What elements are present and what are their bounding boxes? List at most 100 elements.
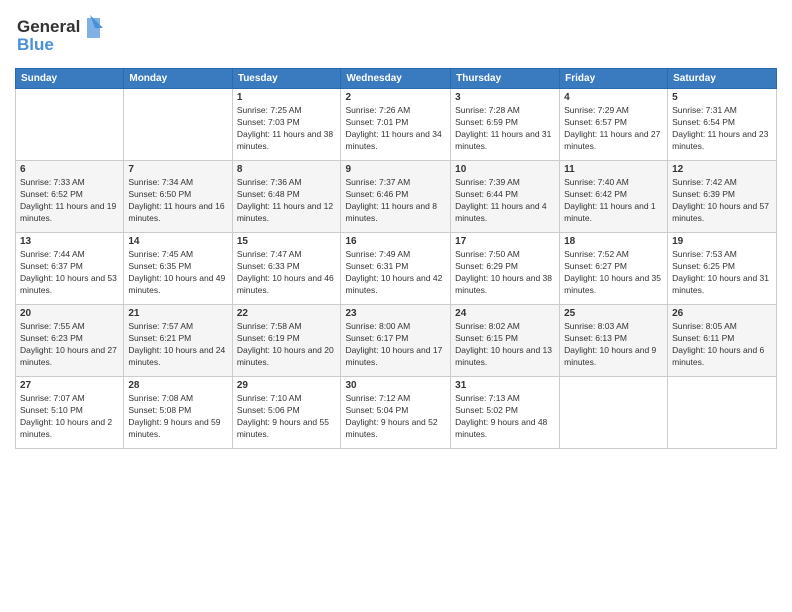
day-number: 3	[455, 92, 555, 103]
logo: General Blue	[15, 10, 110, 60]
week-row-5: 27Sunrise: 7:07 AM Sunset: 5:10 PM Dayli…	[16, 377, 777, 449]
day-number: 21	[128, 308, 227, 319]
day-info: Sunrise: 7:13 AM Sunset: 5:02 PM Dayligh…	[455, 393, 555, 441]
page: General Blue SundayMondayTuesdayWednesda…	[0, 0, 792, 612]
calendar-cell: 23Sunrise: 8:00 AM Sunset: 6:17 PM Dayli…	[341, 305, 451, 377]
day-info: Sunrise: 8:03 AM Sunset: 6:13 PM Dayligh…	[564, 321, 663, 369]
day-number: 10	[455, 164, 555, 175]
day-number: 14	[128, 236, 227, 247]
day-info: Sunrise: 7:25 AM Sunset: 7:03 PM Dayligh…	[237, 105, 337, 153]
calendar-cell: 18 Sunrise: 7:52 AM Sunset: 6:27 PM Dayli…	[560, 233, 668, 305]
calendar-cell: 2 Sunrise: 7:26 AM Sunset: 7:01 PM Daylig…	[341, 89, 451, 161]
day-info: Sunrise: 7:31 AM Sunset: 6:54 PM Dayligh…	[672, 105, 772, 153]
calendar-cell: 26 Sunrise: 8:05 AM Sunset: 6:11 PM Dayli…	[668, 305, 777, 377]
day-number: 15	[237, 236, 337, 247]
calendar-cell: 4 Sunrise: 7:29 AM Sunset: 6:57 PM Daylig…	[560, 89, 668, 161]
day-info: Sunrise: 7:42 AM Sunset: 6:39 PM Dayligh…	[672, 177, 772, 225]
calendar-cell: 30 Sunrise: 7:12 AM Sunset: 5:04 PM Dayli…	[341, 377, 451, 449]
calendar-cell: 7Sunrise: 7:34 AM Sunset: 6:50 PM Daylig…	[124, 161, 232, 233]
day-number: 26	[672, 308, 772, 319]
day-number: 18	[564, 236, 663, 247]
day-number: 7	[128, 164, 227, 175]
day-info: Sunrise: 7:28 AM Sunset: 6:59 PM Dayligh…	[455, 105, 555, 153]
calendar-cell: 12 Sunrise: 7:42 AM Sunset: 6:39 PM Dayli…	[668, 161, 777, 233]
day-info: Sunrise: 8:02 AM Sunset: 6:15 PM Dayligh…	[455, 321, 555, 369]
calendar-cell: 1 Sunrise: 7:25 AM Sunset: 7:03 PM Daylig…	[232, 89, 341, 161]
day-number: 8	[237, 164, 337, 175]
week-row-1: 1 Sunrise: 7:25 AM Sunset: 7:03 PM Daylig…	[16, 89, 777, 161]
day-info: Sunrise: 8:05 AM Sunset: 6:11 PM Dayligh…	[672, 321, 772, 369]
day-info: Sunrise: 7:49 AM Sunset: 6:31 PM Dayligh…	[345, 249, 446, 297]
day-info: Sunrise: 7:10 AM Sunset: 5:06 PM Dayligh…	[237, 393, 337, 441]
calendar-cell: 31 Sunrise: 7:13 AM Sunset: 5:02 PM Dayli…	[451, 377, 560, 449]
calendar-cell: 6 Sunrise: 7:33 AM Sunset: 6:52 PM Daylig…	[16, 161, 124, 233]
svg-text:General: General	[17, 17, 80, 36]
calendar-cell	[560, 377, 668, 449]
day-number: 28	[128, 380, 227, 391]
day-number: 2	[345, 92, 446, 103]
week-row-4: 20 Sunrise: 7:55 AM Sunset: 6:23 PM Dayli…	[16, 305, 777, 377]
day-number: 19	[672, 236, 772, 247]
calendar-cell: 27Sunrise: 7:07 AM Sunset: 5:10 PM Dayli…	[16, 377, 124, 449]
day-number: 31	[455, 380, 555, 391]
day-number: 22	[237, 308, 337, 319]
calendar-cell: 15 Sunrise: 7:47 AM Sunset: 6:33 PM Dayli…	[232, 233, 341, 305]
day-number: 12	[672, 164, 772, 175]
day-number: 24	[455, 308, 555, 319]
calendar-cell: 5 Sunrise: 7:31 AM Sunset: 6:54 PM Daylig…	[668, 89, 777, 161]
day-info: Sunrise: 7:55 AM Sunset: 6:23 PM Dayligh…	[20, 321, 119, 369]
calendar-cell: 11 Sunrise: 7:40 AM Sunset: 6:42 PM Dayli…	[560, 161, 668, 233]
calendar-cell: 29Sunrise: 7:10 AM Sunset: 5:06 PM Dayli…	[232, 377, 341, 449]
day-info: Sunrise: 7:08 AM Sunset: 5:08 PM Dayligh…	[128, 393, 227, 441]
calendar-cell: 3 Sunrise: 7:28 AM Sunset: 6:59 PM Daylig…	[451, 89, 560, 161]
header: General Blue	[15, 10, 777, 60]
svg-text:Blue: Blue	[17, 35, 54, 54]
day-number: 30	[345, 380, 446, 391]
header-row: SundayMondayTuesdayWednesdayThursdayFrid…	[16, 69, 777, 89]
day-number: 11	[564, 164, 663, 175]
day-number: 17	[455, 236, 555, 247]
calendar-cell: 28 Sunrise: 7:08 AM Sunset: 5:08 PM Dayli…	[124, 377, 232, 449]
logo-icon: General Blue	[15, 10, 110, 55]
day-info: Sunrise: 7:44 AM Sunset: 6:37 PM Dayligh…	[20, 249, 119, 297]
day-number: 27	[20, 380, 119, 391]
day-number: 13	[20, 236, 119, 247]
week-row-2: 6 Sunrise: 7:33 AM Sunset: 6:52 PM Daylig…	[16, 161, 777, 233]
calendar-cell: 17 Sunrise: 7:50 AM Sunset: 6:29 PM Dayli…	[451, 233, 560, 305]
day-number: 4	[564, 92, 663, 103]
calendar-cell: 19Sunrise: 7:53 AM Sunset: 6:25 PM Dayli…	[668, 233, 777, 305]
day-number: 5	[672, 92, 772, 103]
day-header-sunday: Sunday	[16, 69, 124, 89]
day-info: Sunrise: 7:47 AM Sunset: 6:33 PM Dayligh…	[237, 249, 337, 297]
day-number: 16	[345, 236, 446, 247]
day-header-thursday: Thursday	[451, 69, 560, 89]
calendar-cell: 22Sunrise: 7:58 AM Sunset: 6:19 PM Dayli…	[232, 305, 341, 377]
day-info: Sunrise: 7:57 AM Sunset: 6:21 PM Dayligh…	[128, 321, 227, 369]
day-header-saturday: Saturday	[668, 69, 777, 89]
week-row-3: 13 Sunrise: 7:44 AM Sunset: 6:37 PM Dayli…	[16, 233, 777, 305]
calendar-cell: 24 Sunrise: 8:02 AM Sunset: 6:15 PM Dayli…	[451, 305, 560, 377]
day-info: Sunrise: 7:12 AM Sunset: 5:04 PM Dayligh…	[345, 393, 446, 441]
day-number: 20	[20, 308, 119, 319]
day-info: Sunrise: 7:40 AM Sunset: 6:42 PM Dayligh…	[564, 177, 663, 225]
day-info: Sunrise: 7:50 AM Sunset: 6:29 PM Dayligh…	[455, 249, 555, 297]
calendar-cell: 10 Sunrise: 7:39 AM Sunset: 6:44 PM Dayli…	[451, 161, 560, 233]
calendar-cell	[124, 89, 232, 161]
calendar-cell: 21 Sunrise: 7:57 AM Sunset: 6:21 PM Dayli…	[124, 305, 232, 377]
day-info: Sunrise: 7:39 AM Sunset: 6:44 PM Dayligh…	[455, 177, 555, 225]
calendar-cell	[16, 89, 124, 161]
day-header-wednesday: Wednesday	[341, 69, 451, 89]
calendar-cell: 9Sunrise: 7:37 AM Sunset: 6:46 PM Daylig…	[341, 161, 451, 233]
day-number: 6	[20, 164, 119, 175]
day-info: Sunrise: 7:26 AM Sunset: 7:01 PM Dayligh…	[345, 105, 446, 153]
day-info: Sunrise: 7:36 AM Sunset: 6:48 PM Dayligh…	[237, 177, 337, 225]
day-number: 1	[237, 92, 337, 103]
calendar-cell: 25 Sunrise: 8:03 AM Sunset: 6:13 PM Dayli…	[560, 305, 668, 377]
day-info: Sunrise: 7:33 AM Sunset: 6:52 PM Dayligh…	[20, 177, 119, 225]
day-number: 25	[564, 308, 663, 319]
day-info: Sunrise: 7:29 AM Sunset: 6:57 PM Dayligh…	[564, 105, 663, 153]
calendar-cell: 14Sunrise: 7:45 AM Sunset: 6:35 PM Dayli…	[124, 233, 232, 305]
day-info: Sunrise: 7:52 AM Sunset: 6:27 PM Dayligh…	[564, 249, 663, 297]
day-header-tuesday: Tuesday	[232, 69, 341, 89]
day-info: Sunrise: 7:37 AM Sunset: 6:46 PM Dayligh…	[345, 177, 446, 225]
